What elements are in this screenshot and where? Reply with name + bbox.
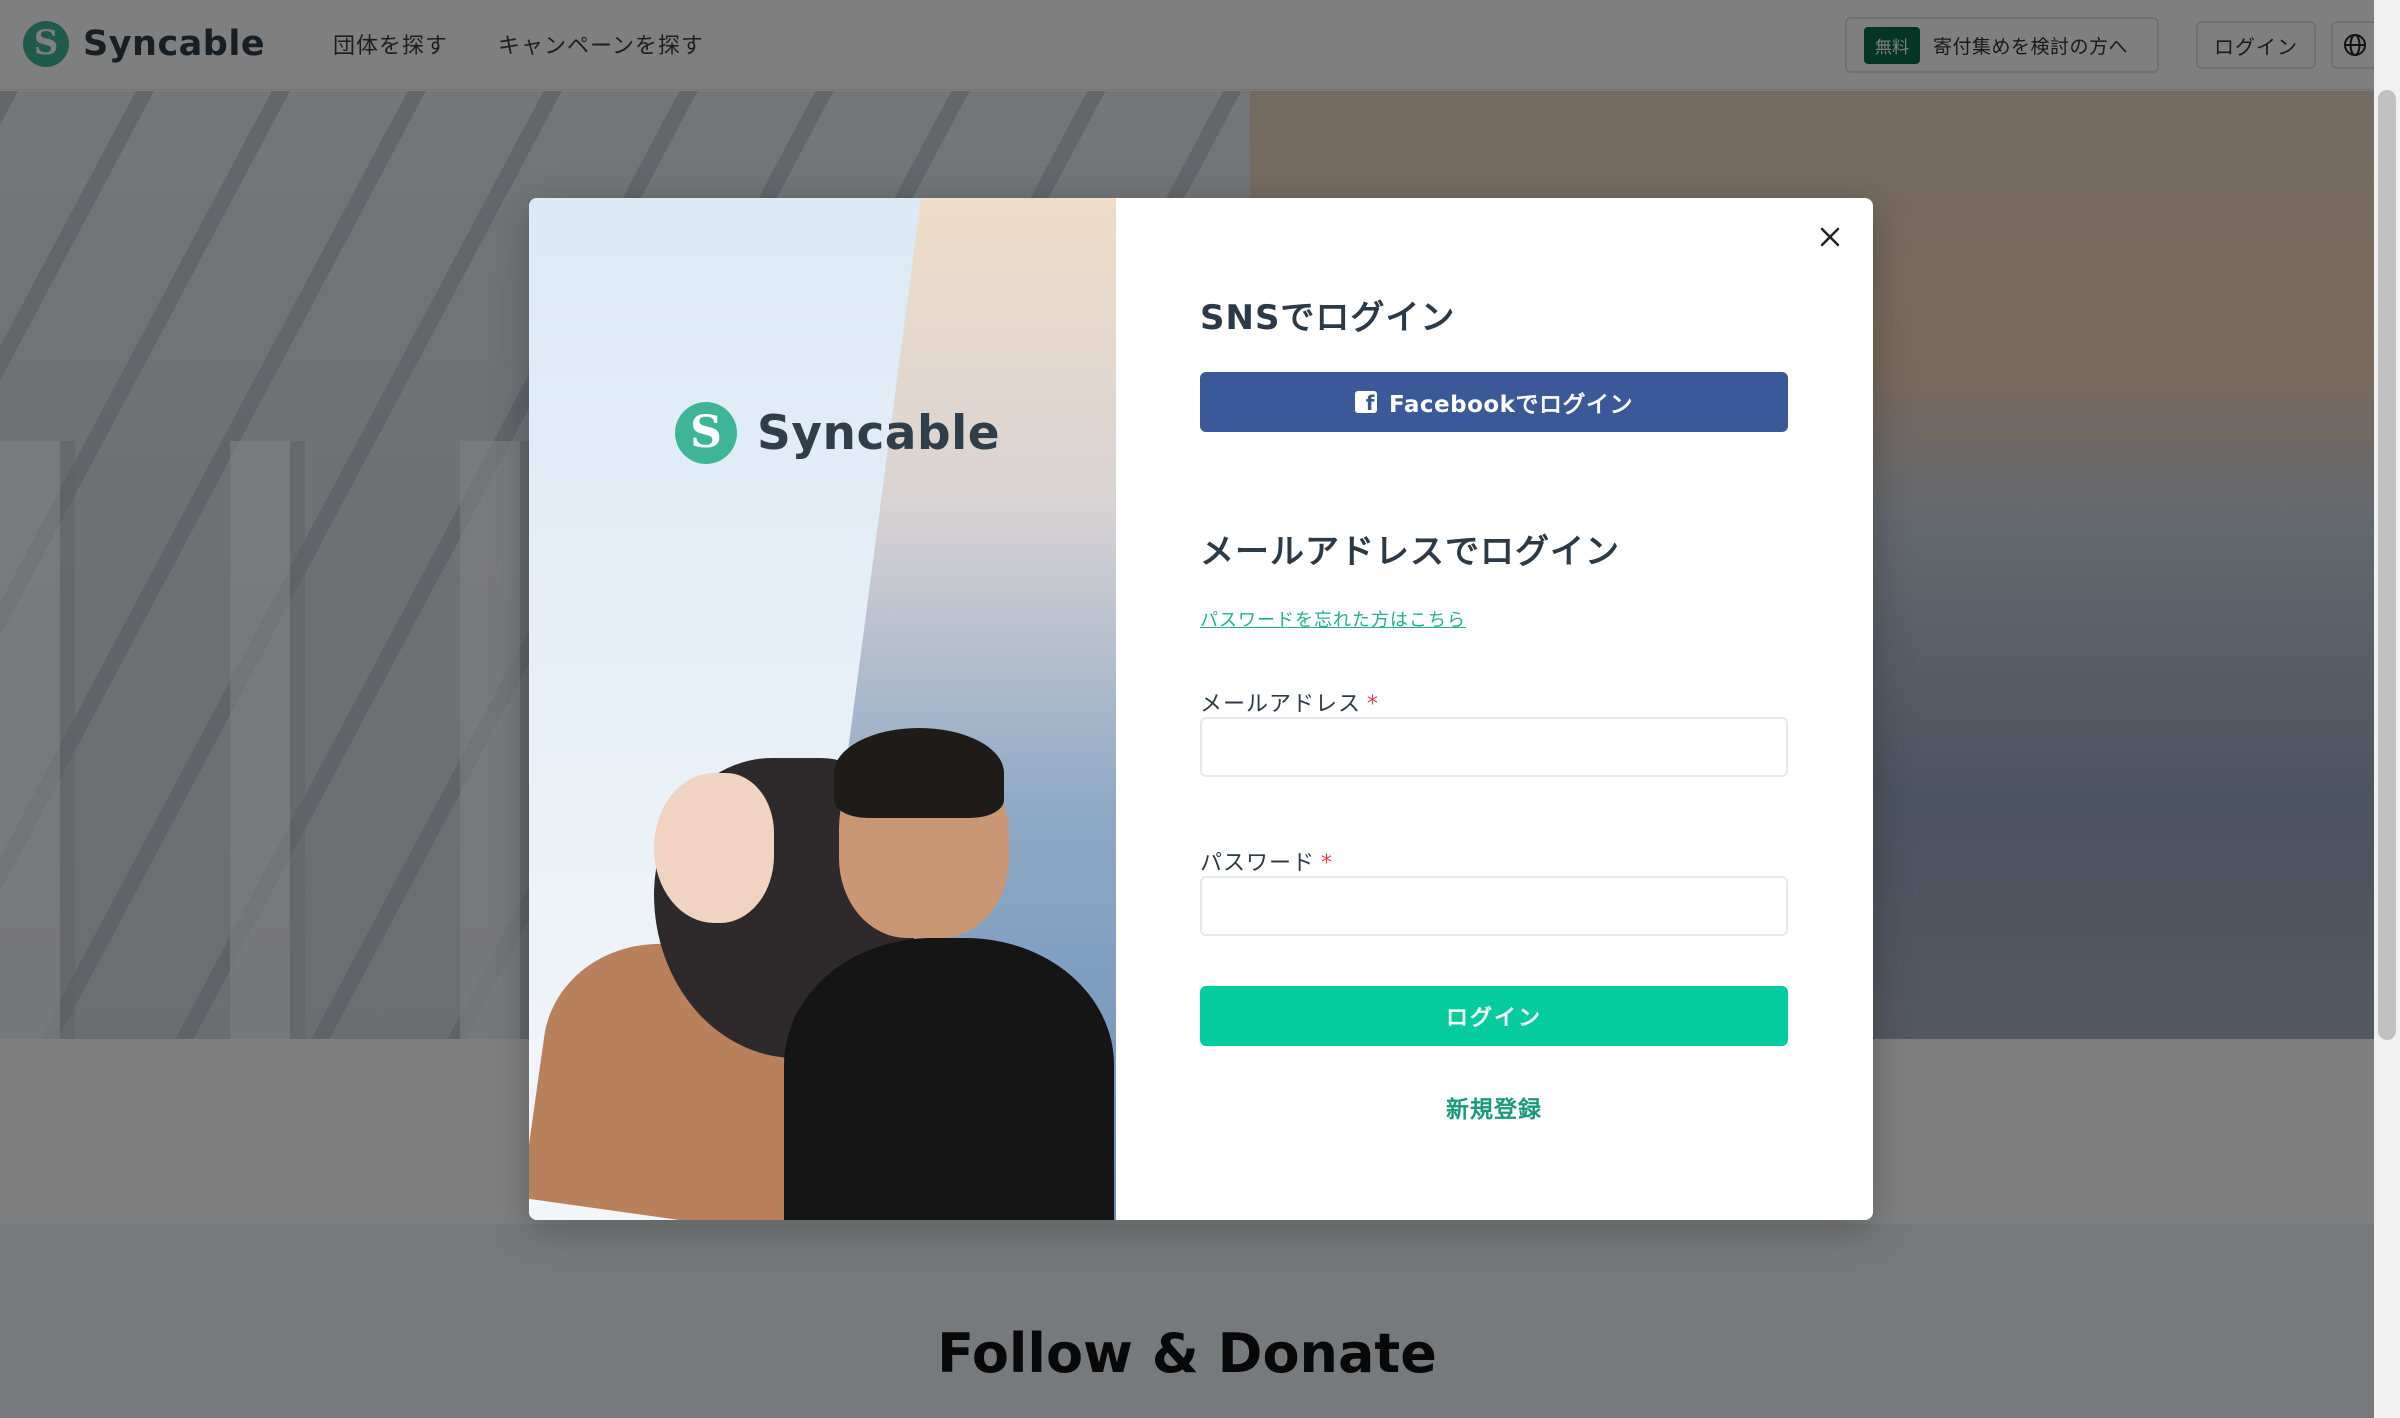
sns-login-title: SNSでログイン: [1200, 298, 1456, 338]
syncable-logo-icon: S: [675, 402, 737, 464]
email-login-title: メールアドレスでログイン: [1200, 532, 1620, 572]
required-mark: *: [1321, 851, 1334, 876]
password-field[interactable]: [1200, 876, 1788, 936]
close-icon: [1820, 227, 1840, 247]
login-modal: S Syncable SNSでログイン f Facebookでログイン メールア…: [529, 198, 1873, 1220]
required-mark: *: [1367, 692, 1380, 717]
password-label: パスワード *: [1200, 851, 1334, 876]
login-button[interactable]: ログイン: [1200, 986, 1788, 1046]
facebook-icon: f: [1355, 391, 1377, 413]
facebook-login-label: Facebookでログイン: [1389, 392, 1633, 418]
signup-link[interactable]: 新規登録: [1200, 1090, 1788, 1124]
modal-logo: S Syncable: [675, 402, 1000, 464]
close-button[interactable]: [1814, 221, 1846, 253]
modal-logo-text: Syncable: [757, 405, 1001, 461]
scrollbar-thumb[interactable]: [2378, 90, 2396, 1040]
modal-hero-image: S Syncable: [529, 198, 1116, 1220]
email-field[interactable]: [1200, 717, 1788, 777]
forgot-password-link[interactable]: パスワードを忘れた方はこちら: [1200, 606, 1466, 632]
facebook-login-button[interactable]: f Facebookでログイン: [1200, 372, 1788, 432]
email-label: メールアドレス *: [1200, 692, 1380, 717]
